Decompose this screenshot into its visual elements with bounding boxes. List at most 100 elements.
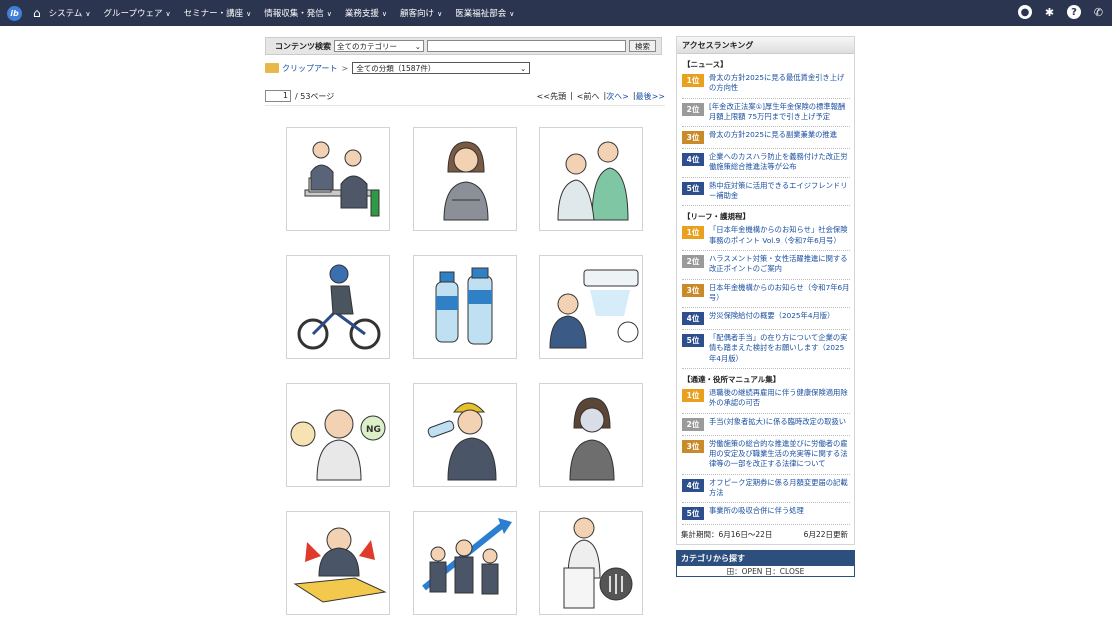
ranking-item[interactable]: 5位 「配偶者手当」の在り方について企業の実情も踏まえた検討をお願いします（202… [682,331,850,370]
ranking-item-link[interactable]: 「日本年金機構からのお知らせ」社会保険事務のポイント Vol.9（令和7年6月号… [709,225,850,246]
clipart-water-bottles[interactable] [413,255,517,359]
breadcrumb-clipart-link[interactable]: クリップアート [282,63,338,74]
clipart-doctor-xray-image [563,517,633,609]
clipart-cooking-fire-image [293,527,387,603]
ranking-item[interactable]: 4位 労災保険給付の概要（2025年4月版） [682,309,850,331]
breadcrumb: クリップアート > 全ての分類（1587件） ⌄ [265,62,531,74]
chevron-down-icon: ⌄ [414,41,421,51]
ranking-period: 集計期間：6月16日～22日 [681,530,773,540]
clipart-office-meeting-image [304,141,380,217]
ranking-group-heading: 【リーフ・護規程】 [683,212,751,222]
page-number-input[interactable]: 1 [265,90,291,102]
last-page-link[interactable]: 最後>> [636,91,665,102]
svg-text:NG: NG [366,425,381,435]
clipart-nurse-care-image [557,141,629,221]
rank-badge: 3位 [682,439,704,453]
clipart-office-meeting[interactable] [286,127,390,231]
clipart-air-conditioner-worker[interactable] [539,255,643,359]
ranking-group-heading: 【通達・役所マニュアル集】 [683,375,781,385]
ranking-item-link[interactable]: 事業所の吸収合併に伴う処理 [709,506,804,516]
rank-badge: 4位 [682,153,704,167]
clipart-worker-ng-image: NG [290,409,386,481]
rank-badge: 3位 [682,283,704,297]
breadcrumb-separator: > [341,63,349,73]
chevron-down-icon: ⌄ [519,63,527,73]
ranking-item-link[interactable]: オフピーク定期券に係る月額変更届の記載方法 [709,478,850,499]
gear-icon[interactable]: ✱ [1042,5,1057,20]
search-button[interactable]: 検索 [629,40,656,52]
help-icon[interactable]: ? [1067,5,1081,19]
classification-select[interactable]: 全ての分類（1587件） ⌄ [352,62,531,74]
rank-badge: 1位 [682,226,704,240]
clipart-cyclist[interactable] [286,255,390,359]
ranking-item[interactable]: 5位 熱中症対策に活用できるエイジフレンドリー補助金 [682,179,850,207]
phone-icon[interactable]: ✆ [1091,5,1106,20]
ranking-item[interactable]: 1位 「日本年金機構からのお知らせ」社会保険事務のポイント Vol.9（令和7年6… [682,223,850,251]
menu-information[interactable]: 情報収集・発信 ∨ [264,7,332,19]
clipart-worker-drinking[interactable] [413,383,517,487]
access-ranking-title: アクセスランキング [677,37,854,54]
rank-badge: 5位 [682,334,704,348]
ranking-item-link[interactable]: 手当(対象者拡大)に係る臨時改定の取扱い [709,417,846,427]
ranking-item[interactable]: 3位 骨太の方針2025に見る副業兼業の推進 [682,128,850,150]
user-icon[interactable]: ● [1018,5,1032,19]
clipart-nurse-care[interactable] [539,127,643,231]
ranking-item-link[interactable]: 労災保険給付の概要（2025年4月版） [709,311,834,321]
rank-badge: 5位 [682,181,704,195]
menu-system[interactable]: システム ∨ [49,7,91,19]
search-label: コンテンツ検索 [275,41,331,51]
clipart-air-conditioner-worker-image [549,269,639,349]
ranking-item-link[interactable]: 退職後の継続再雇用に伴う健康保険適用除外の承認の可否 [709,388,850,409]
ranking-item[interactable]: 1位 骨太の方針2025に見る最低賃金引き上げの方向性 [682,71,850,99]
ranking-item-link[interactable]: 日本年金機構からのお知らせ（令和7年6月号） [709,283,850,304]
clipart-worker-drinking-image [427,402,497,481]
main-menu: システム ∨ グループウェア ∨ セミナー・講座 ∨ 情報収集・発信 ∨ 業務支援 ∨ 顧… [49,7,528,19]
ranking-item-link[interactable]: 労働施策の総合的な推進並びに労働者の雇用の安定及び職業生活の充実等に関する法律等… [709,439,850,470]
ranking-item[interactable]: 2位 手当(対象者拡大)に係る臨時改定の取扱い [682,415,850,436]
ranking-item[interactable]: 3位 労働施策の総合的な推進並びに労働者の雇用の安定及び職業生活の充実等に関する法… [682,437,850,475]
category-select[interactable]: 全てのカテゴリー ⌄ [334,40,424,52]
category-search-box: カテゴリから探す 田：OPEN 日：CLOSE [676,550,855,578]
clipart-worker-ng[interactable]: NG [286,383,390,487]
ranking-item-link[interactable]: 熱中症対策に活用できるエイジフレンドリー補助金 [709,181,850,202]
menu-customer[interactable]: 顧客向け ∨ [400,7,442,19]
folder-icon [265,63,279,73]
ranking-item-link[interactable]: [年金改正法案①]厚生年金保険の標準報酬月額上限額 75万円まで引き上げ予定 [709,102,850,123]
rank-badge: 4位 [682,312,704,326]
rank-badge: 2位 [682,254,704,268]
clipart-doctor-xray[interactable] [539,511,643,615]
ranking-item-link[interactable]: 「配偶者手当」の在り方について企業の実情も踏まえた検討をお願いします（2025年… [709,333,850,364]
rank-badge: 1位 [682,389,704,403]
ranking-item[interactable]: 4位 オフピーク定期券に係る月額変更届の記載方法 [682,476,850,504]
home-icon[interactable]: ⌂ [33,6,41,20]
ranking-item[interactable]: 5位 事業所の吸収合併に伴う処理 [682,504,850,526]
clipart-businesswoman[interactable] [413,127,517,231]
ranking-item[interactable]: 3位 日本年金機構からのお知らせ（令和7年6月号） [682,281,850,309]
clipart-team-growth[interactable] [413,511,517,615]
rank-badge: 1位 [682,74,704,87]
ranking-item[interactable]: 2位 [年金改正法案①]厚生年金保険の標準報酬月額上限額 75万円まで引き上げ予定 [682,100,850,128]
ranking-item-link[interactable]: 骨太の方針2025に見る副業兼業の推進 [709,130,837,140]
ranking-item-link[interactable]: 骨太の方針2025に見る最低賃金引き上げの方向性 [709,73,850,94]
ranking-item-link[interactable]: 企業へのカスハラ防止を義務付けた改正労働施策総合推進法等が公布 [709,152,850,173]
rank-badge: 3位 [682,131,704,145]
app-logo[interactable]: ib [7,5,22,21]
search-input[interactable] [427,40,626,52]
access-ranking-box: アクセスランキング 【ニュース】 1位 骨太の方針2025に見る最低賃金引き上げの方… [676,36,855,546]
ranking-item[interactable]: 1位 退職後の継続再雇用に伴う健康保険適用除外の承認の可否 [682,386,850,414]
menu-groupware[interactable]: グループウェア ∨ [104,7,171,19]
ranking-item[interactable]: 4位 企業へのカスハラ防止を義務付けた改正労働施策総合推進法等が公布 [682,150,850,178]
clipart-sick-woman[interactable] [539,383,643,487]
prev-page-link[interactable]: <前へ [577,91,600,102]
pager: 1 / 53ページ <<先頭 | <前へ | 次へ> | 最後>> [265,89,665,106]
ranking-item[interactable]: 2位 ハラスメント対策・女性活躍推進に関する改正ポイントのご案内 [682,252,850,280]
menu-medical-welfare[interactable]: 医業福祉部会 ∨ [455,7,514,19]
next-page-link[interactable]: 次へ> [606,91,629,102]
ranking-item-link[interactable]: ハラスメント対策・女性活躍推進に関する改正ポイントのご案内 [709,254,850,275]
menu-business-support[interactable]: 業務支援 ∨ [345,7,387,19]
first-page-link[interactable]: <<先頭 [537,91,566,102]
open-close-legend[interactable]: 田：OPEN 日：CLOSE [677,566,854,576]
menu-seminar[interactable]: セミナー・講座 ∨ [184,7,252,19]
clipart-team-growth-image [422,518,512,595]
clipart-cooking-fire[interactable] [286,511,390,615]
